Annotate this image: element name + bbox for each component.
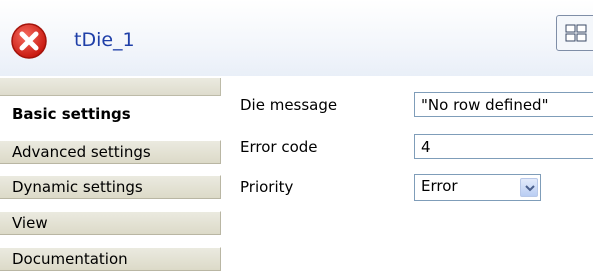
grid-view-button[interactable] bbox=[556, 15, 593, 51]
dropdown-button[interactable] bbox=[520, 178, 538, 197]
priority-value: Error bbox=[421, 177, 458, 195]
tab-dynamic-settings[interactable]: Dynamic settings bbox=[0, 175, 221, 199]
component-title: tDie_1 bbox=[74, 29, 135, 51]
error-icon bbox=[10, 22, 48, 60]
sidebar-header bbox=[0, 78, 221, 96]
priority-label: Priority bbox=[240, 178, 294, 196]
tab-view[interactable]: View bbox=[0, 211, 221, 235]
die-message-label: Die message bbox=[240, 96, 338, 114]
tab-basic-settings[interactable]: Basic settings bbox=[0, 98, 221, 128]
error-code-field[interactable] bbox=[414, 134, 593, 159]
tab-documentation[interactable]: Documentation bbox=[0, 247, 221, 271]
tab-label: Advanced settings bbox=[12, 143, 151, 161]
error-code-label: Error code bbox=[240, 138, 318, 156]
priority-select[interactable]: Error bbox=[414, 174, 541, 201]
tab-label: Dynamic settings bbox=[12, 178, 143, 196]
die-message-field[interactable] bbox=[414, 92, 593, 117]
component-header: tDie_1 bbox=[0, 0, 593, 76]
tab-advanced-settings[interactable]: Advanced settings bbox=[0, 140, 221, 164]
tab-label: View bbox=[12, 214, 48, 232]
tab-label: Basic settings bbox=[12, 105, 131, 123]
tab-label: Documentation bbox=[12, 250, 128, 268]
